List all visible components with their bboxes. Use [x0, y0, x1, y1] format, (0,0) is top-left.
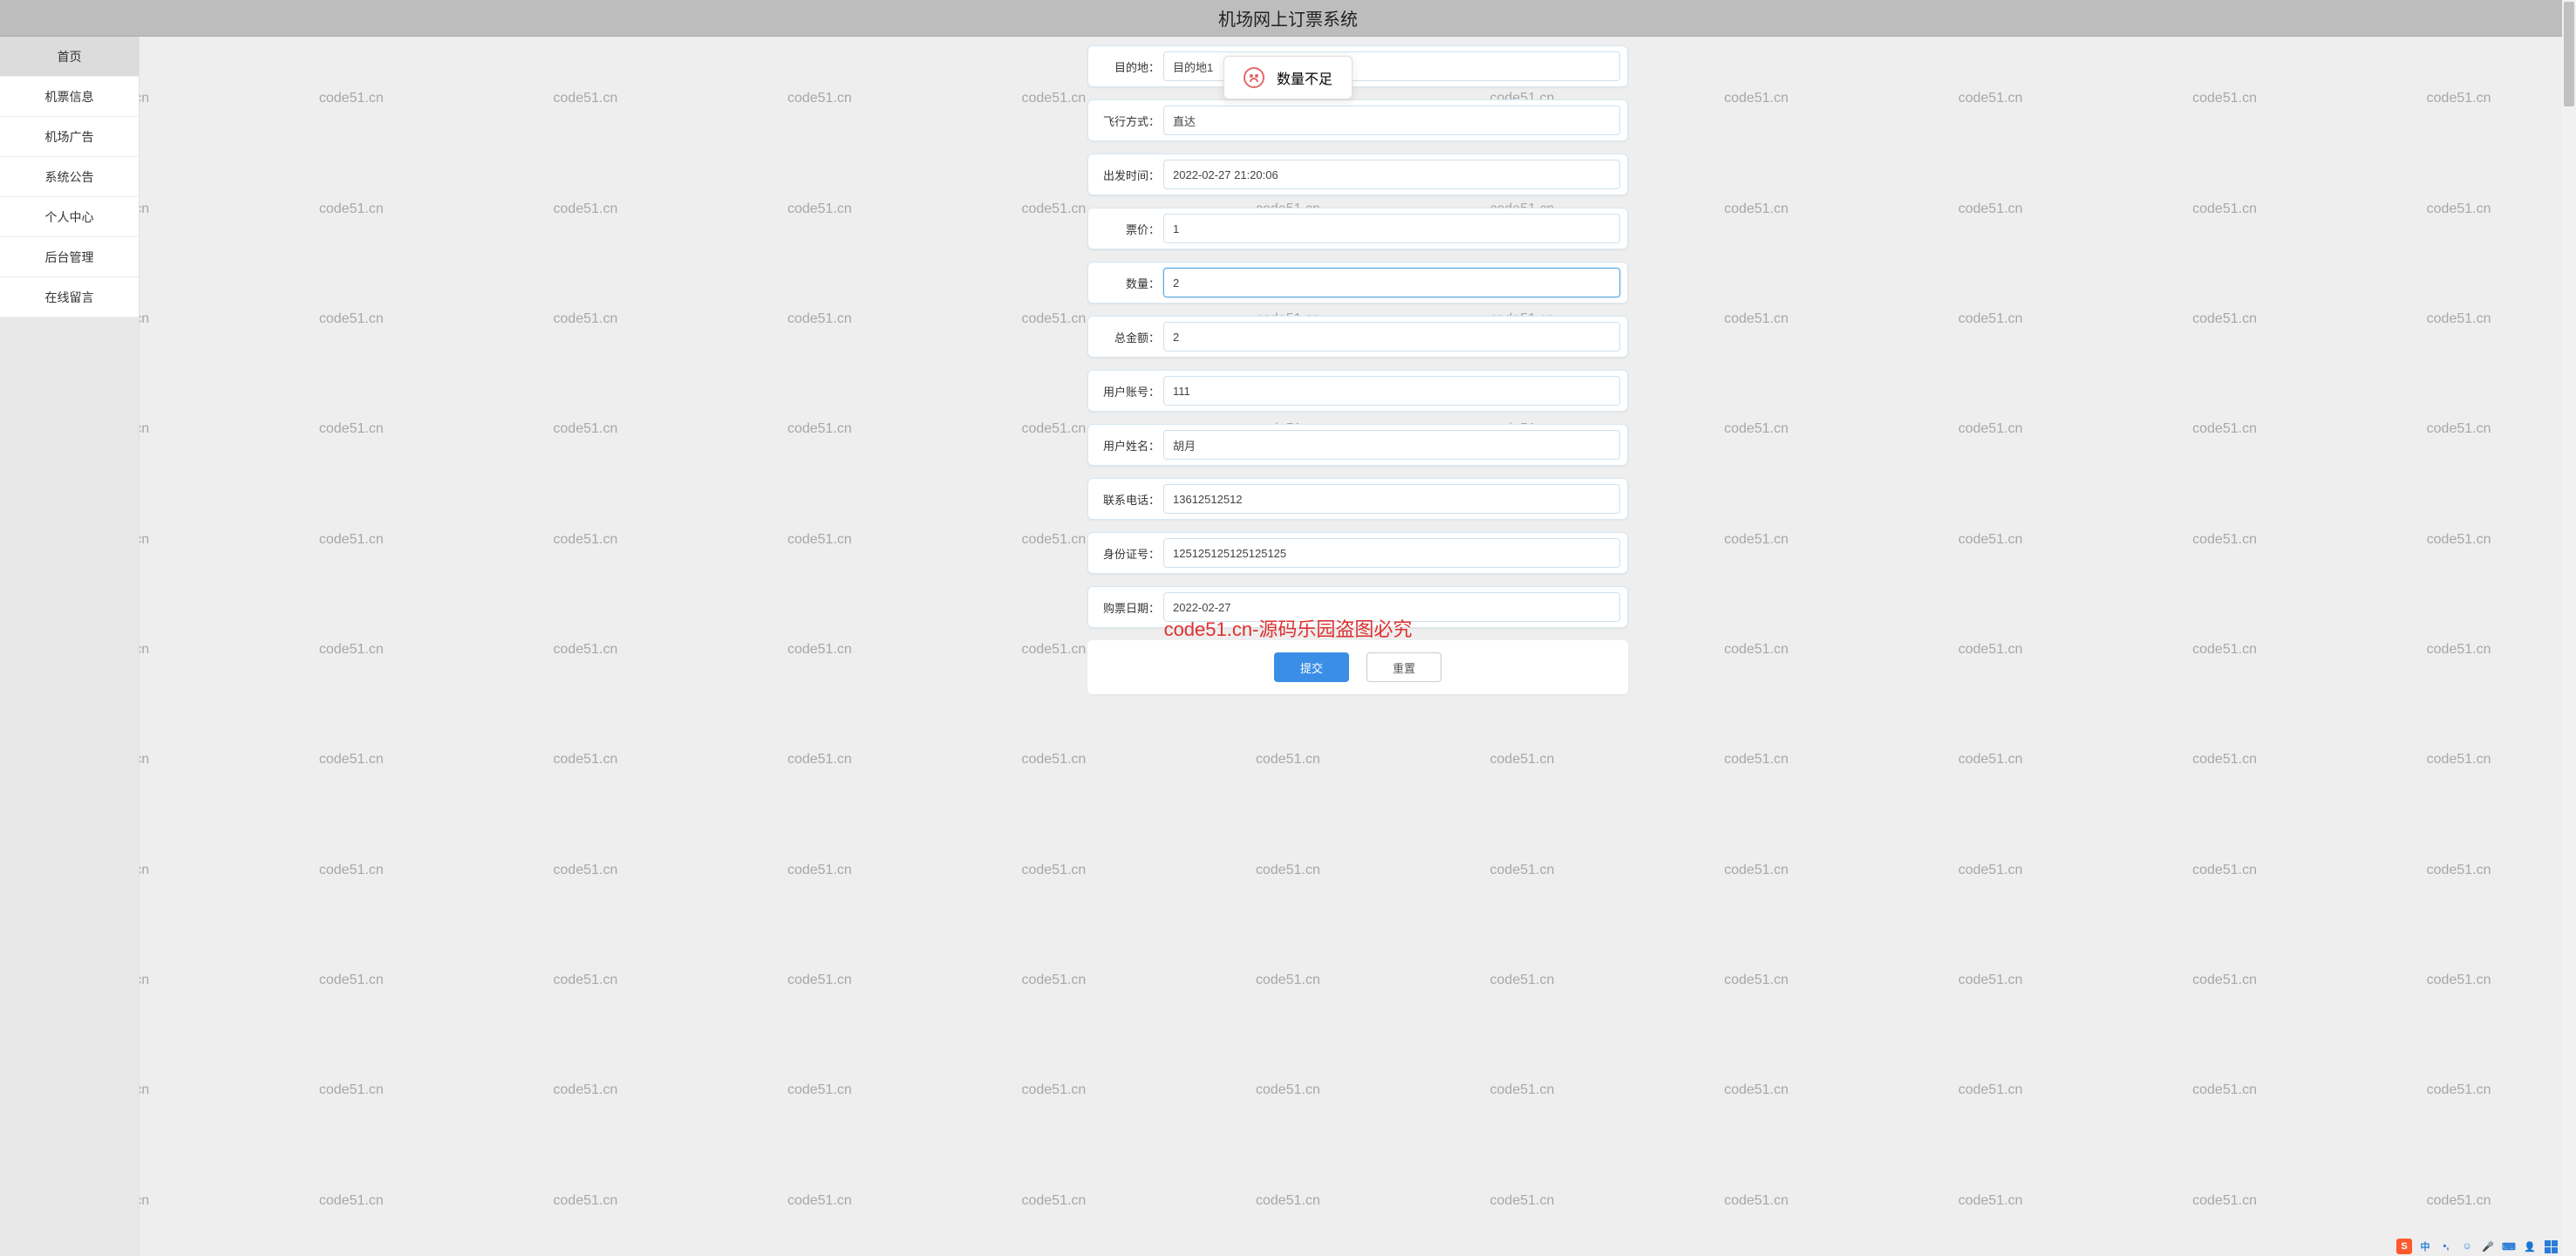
input-price[interactable]: [1163, 214, 1620, 243]
label-account: 用户账号：: [1095, 383, 1163, 399]
ime-emoji-icon[interactable]: ☺: [2459, 1239, 2475, 1254]
input-phone[interactable]: [1163, 484, 1620, 514]
label-price: 票价：: [1095, 221, 1163, 237]
sidebar-item-label: 在线留言: [45, 289, 94, 306]
sogou-icon[interactable]: S: [2396, 1239, 2412, 1254]
sidebar: 首页 机票信息 机场广告 系统公告 个人中心 后台管理 在线留言: [0, 37, 140, 1256]
booking-form: 目的地： 飞行方式： 出发时间： 票价： 数量： 总金额：: [1079, 45, 1637, 1230]
label-purchase-date: 购票日期：: [1095, 599, 1163, 616]
toast-notification: 数量不足: [1223, 56, 1353, 99]
field-account: 用户账号：: [1087, 370, 1628, 412]
field-total: 总金额：: [1087, 316, 1628, 358]
submit-button[interactable]: 提交: [1274, 652, 1349, 682]
sidebar-item-label: 个人中心: [45, 208, 94, 226]
field-price: 票价：: [1087, 208, 1628, 249]
field-destination: 目的地：: [1087, 45, 1628, 87]
input-id-number[interactable]: [1163, 538, 1620, 568]
label-total: 总金额：: [1095, 329, 1163, 345]
sidebar-item-profile[interactable]: 个人中心: [0, 197, 139, 237]
sidebar-item-admin[interactable]: 后台管理: [0, 237, 139, 277]
label-id-number: 身份证号：: [1095, 545, 1163, 562]
sidebar-item-label: 后台管理: [45, 249, 94, 266]
page-title: 机场网上订票系统: [1218, 5, 1358, 31]
sidebar-item-label: 机票信息: [45, 88, 94, 106]
sidebar-item-tickets[interactable]: 机票信息: [0, 77, 139, 117]
page-header: 机场网上订票系统: [0, 0, 2576, 37]
scrollbar-track[interactable]: [2562, 0, 2576, 1256]
main-content: 目的地： 飞行方式： 出发时间： 票价： 数量： 总金额：: [140, 37, 2576, 1256]
field-flight-mode: 飞行方式：: [1087, 99, 1628, 141]
field-quantity: 数量：: [1087, 262, 1628, 304]
label-flight-mode: 飞行方式：: [1095, 113, 1163, 129]
ime-mic-icon[interactable]: 🎤: [2480, 1239, 2496, 1254]
sidebar-item-messages[interactable]: 在线留言: [0, 277, 139, 317]
label-destination: 目的地：: [1095, 58, 1163, 75]
label-phone: 联系电话：: [1095, 491, 1163, 508]
input-username[interactable]: [1163, 430, 1620, 460]
sidebar-item-label: 系统公告: [45, 168, 94, 186]
field-purchase-date: 购票日期：: [1087, 586, 1628, 628]
ime-user-icon[interactable]: 👤: [2522, 1239, 2538, 1254]
form-buttons: 提交 重置: [1087, 640, 1628, 694]
ime-toolbar: S 中 •, ☺ 🎤 ⌨ 👤: [2396, 1239, 2559, 1254]
scrollbar-thumb[interactable]: [2564, 2, 2574, 106]
sad-face-icon: [1244, 67, 1264, 88]
input-account[interactable]: [1163, 376, 1620, 406]
sidebar-filler: [0, 317, 139, 1256]
sidebar-item-label: 机场广告: [45, 128, 94, 146]
label-departure-time: 出发时间：: [1095, 167, 1163, 183]
sidebar-item-announcements[interactable]: 系统公告: [0, 157, 139, 197]
input-purchase-date[interactable]: [1163, 592, 1620, 622]
ime-keyboard-icon[interactable]: ⌨: [2501, 1239, 2517, 1254]
sidebar-item-label: 首页: [58, 48, 82, 65]
input-departure-time[interactable]: [1163, 160, 1620, 189]
input-quantity[interactable]: [1163, 268, 1620, 297]
label-username: 用户姓名：: [1095, 437, 1163, 454]
input-flight-mode[interactable]: [1163, 106, 1620, 135]
reset-button[interactable]: 重置: [1366, 652, 1441, 682]
ime-punct-icon[interactable]: •,: [2438, 1239, 2454, 1254]
label-quantity: 数量：: [1095, 275, 1163, 291]
field-departure-time: 出发时间：: [1087, 154, 1628, 195]
ime-menu-icon[interactable]: [2543, 1239, 2559, 1254]
ime-lang-icon[interactable]: 中: [2417, 1239, 2433, 1254]
field-phone: 联系电话：: [1087, 478, 1628, 520]
toast-message: 数量不足: [1277, 67, 1332, 88]
sidebar-item-home[interactable]: 首页: [0, 37, 139, 77]
field-id-number: 身份证号：: [1087, 532, 1628, 574]
field-username: 用户姓名：: [1087, 424, 1628, 466]
sidebar-item-ads[interactable]: 机场广告: [0, 117, 139, 157]
input-total[interactable]: [1163, 322, 1620, 352]
